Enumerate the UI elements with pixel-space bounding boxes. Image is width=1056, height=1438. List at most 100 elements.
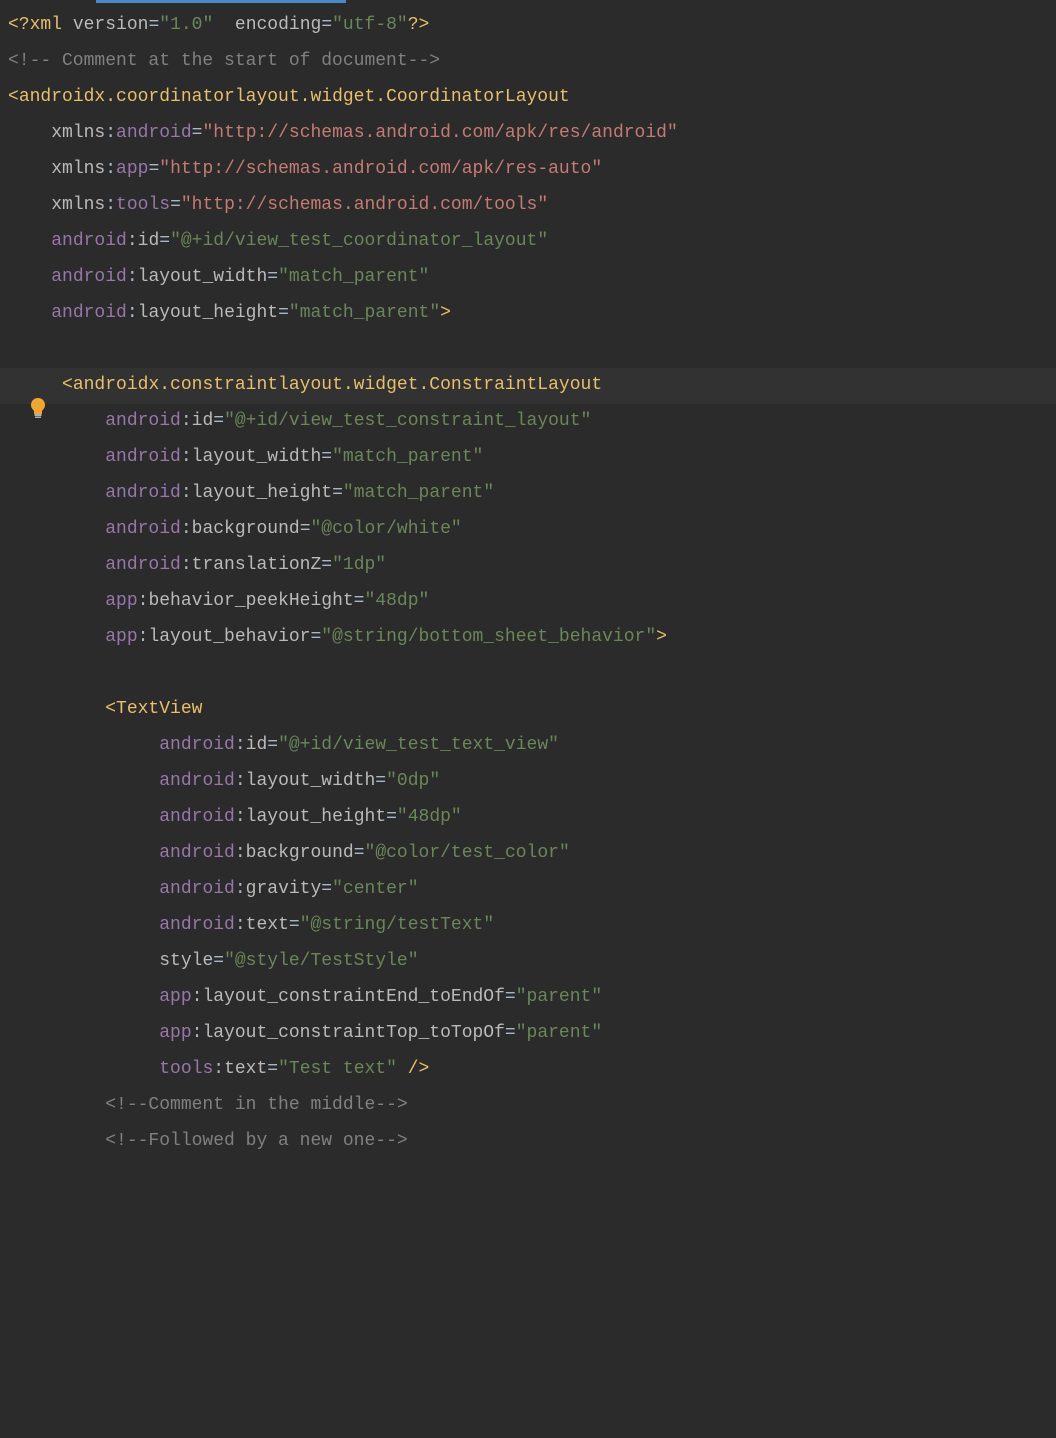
xml-attr-value: "match_parent" xyxy=(278,260,429,295)
xml-attr-value: "match_parent" xyxy=(289,296,440,331)
code-line[interactable]: android:background="@color/white" xyxy=(0,512,1056,548)
code-line[interactable] xyxy=(0,332,1056,368)
xml-attr-value: "0dp" xyxy=(386,764,440,799)
xml-tag-name: androidx.coordinatorlayout.widget.Coordi… xyxy=(19,80,570,115)
code-line[interactable]: android:translationZ="1dp" xyxy=(0,548,1056,584)
code-line[interactable]: xmlns:app="http://schemas.android.com/ap… xyxy=(0,152,1056,188)
xml-attr-name: text xyxy=(246,908,289,943)
xml-attr-ns: android xyxy=(51,296,127,331)
xml-attr-value: "48dp" xyxy=(364,584,429,619)
code-line[interactable]: app:behavior_peekHeight="48dp" xyxy=(0,584,1056,620)
active-tab-indicator xyxy=(96,0,346,3)
xml-attr-name: translationZ xyxy=(192,548,322,583)
xml-attr-name: android xyxy=(116,116,192,151)
xml-attr-value: "http://schemas.android.com/tools" xyxy=(181,188,548,223)
code-line[interactable]: <?xml version="1.0" encoding="utf-8"?> xyxy=(0,8,1056,44)
code-line[interactable]: <TextView xyxy=(0,692,1056,728)
xml-attr-value: "1dp" xyxy=(332,548,386,583)
xml-attr-name: layout_width xyxy=(138,260,268,295)
xml-attr-ns: app xyxy=(105,584,137,619)
xml-attr-name: version xyxy=(73,8,149,43)
xml-attr-name: text xyxy=(224,1052,267,1087)
xml-attr-value: "@style/TestStyle" xyxy=(224,944,418,979)
intention-bulb-icon[interactable] xyxy=(28,396,48,422)
xml-attr-name: layout_height xyxy=(138,296,278,331)
xml-attr-name: layout_width xyxy=(246,764,376,799)
xml-attr-ns: android xyxy=(51,260,127,295)
code-line[interactable]: android:layout_width="0dp" xyxy=(0,764,1056,800)
xml-attr-value: "Test text" xyxy=(278,1052,397,1087)
xml-attr-ns: xmlns xyxy=(51,116,105,151)
code-line[interactable]: xmlns:android="http://schemas.android.co… xyxy=(0,116,1056,152)
xml-attr-value: "match_parent" xyxy=(343,476,494,511)
code-line[interactable]: android:layout_height="48dp" xyxy=(0,800,1056,836)
xml-attr-value: "match_parent" xyxy=(332,440,483,475)
xml-attr-ns: app xyxy=(105,620,137,655)
code-line[interactable]: android:layout_height="match_parent" xyxy=(0,476,1056,512)
xml-decl-close: ?> xyxy=(408,8,430,43)
code-line[interactable]: style="@style/TestStyle" xyxy=(0,944,1056,980)
code-line[interactable]: <!--Followed by a new one--> xyxy=(0,1124,1056,1160)
xml-attr-name: encoding xyxy=(235,8,321,43)
code-line[interactable]: app:layout_constraintEnd_toEndOf="parent… xyxy=(0,980,1056,1016)
xml-attr-ns: android xyxy=(51,224,127,259)
xml-attr-value: "parent" xyxy=(516,980,602,1015)
xml-attr-ns: android xyxy=(105,476,181,511)
xml-tag-name: androidx.constraintlayout.widget.Constra… xyxy=(73,375,602,395)
xml-attr-name: app xyxy=(116,152,148,187)
xml-tag-bracket: < xyxy=(105,692,116,727)
xml-attr-name: id xyxy=(192,404,214,439)
code-line[interactable]: app:layout_constraintTop_toTopOf="parent… xyxy=(0,1016,1056,1052)
xml-attr-value: "@color/test_color" xyxy=(365,836,570,871)
xml-attr-value: "1.0" xyxy=(159,8,213,43)
xml-attr-ns: app xyxy=(159,980,191,1015)
code-line[interactable]: tools:text="Test text" /> xyxy=(0,1052,1056,1088)
code-line[interactable]: android:background="@color/test_color" xyxy=(0,836,1056,872)
code-line[interactable]: android:text="@string/testText" xyxy=(0,908,1056,944)
xml-attr-name: id xyxy=(246,728,268,763)
code-line-current[interactable]: <androidx.constraintlayout.widget.Constr… xyxy=(0,368,1056,404)
xml-tag-bracket: < xyxy=(8,80,19,115)
code-line[interactable]: android:gravity="center" xyxy=(0,872,1056,908)
xml-attr-name: background xyxy=(192,512,300,547)
xml-attr-value: "@color/white" xyxy=(311,512,462,547)
xml-attr-ns: app xyxy=(159,1016,191,1051)
xml-attr-ns: android xyxy=(159,800,235,835)
xml-tag-name: TextView xyxy=(116,692,202,727)
code-line[interactable]: android:id="@+id/view_test_text_view" xyxy=(0,728,1056,764)
code-line[interactable]: <!-- Comment at the start of document--> xyxy=(0,44,1056,80)
code-line[interactable]: android:layout_width="match_parent" xyxy=(0,440,1056,476)
code-line[interactable]: android:id="@+id/view_test_constraint_la… xyxy=(0,404,1056,440)
xml-attr-name: layout_constraintTop_toTopOf xyxy=(202,1016,504,1051)
code-line[interactable] xyxy=(0,656,1056,692)
xml-attr-value: "@+id/view_test_constraint_layout" xyxy=(224,404,591,439)
code-line[interactable]: android:layout_height="match_parent"> xyxy=(0,296,1056,332)
code-area[interactable]: <?xml version="1.0" encoding="utf-8"?> <… xyxy=(0,8,1056,1160)
xml-attr-name: layout_width xyxy=(192,440,322,475)
code-line[interactable]: android:id="@+id/view_test_coordinator_l… xyxy=(0,224,1056,260)
code-line[interactable]: android:layout_width="match_parent" xyxy=(0,260,1056,296)
xml-comment: <!-- Comment at the start of document--> xyxy=(8,44,440,79)
xml-attr-name: background xyxy=(246,836,354,871)
xml-attr-ns: android xyxy=(159,728,235,763)
xml-attr-value: "@+id/view_test_coordinator_layout" xyxy=(170,224,548,259)
xml-attr-ns: android xyxy=(159,908,235,943)
code-line[interactable]: xmlns:tools="http://schemas.android.com/… xyxy=(0,188,1056,224)
code-line[interactable]: <androidx.coordinatorlayout.widget.Coord… xyxy=(0,80,1056,116)
code-line[interactable]: <!--Comment in the middle--> xyxy=(0,1088,1056,1124)
xml-decl-keyword: xml xyxy=(30,8,62,43)
xml-tag-bracket: > xyxy=(440,296,451,331)
code-line[interactable]: app:layout_behavior="@string/bottom_shee… xyxy=(0,620,1056,656)
xml-attr-value: "@string/testText" xyxy=(300,908,494,943)
xml-attr-ns: tools xyxy=(159,1052,213,1087)
code-editor[interactable]: <?xml version="1.0" encoding="utf-8"?> <… xyxy=(0,0,1056,1160)
xml-attr-ns: xmlns xyxy=(51,152,105,187)
xml-attr-value: "http://schemas.android.com/apk/res/andr… xyxy=(202,116,677,151)
xml-attr-ns: android xyxy=(159,764,235,799)
xml-attr-value: "@string/bottom_sheet_behavior" xyxy=(321,620,656,655)
xml-attr-ns: android xyxy=(105,404,181,439)
xml-attr-name: tools xyxy=(116,188,170,223)
xml-attr-name: style xyxy=(159,944,213,979)
xml-comment: <!--Comment in the middle--> xyxy=(105,1088,407,1123)
xml-attr-name: layout_behavior xyxy=(148,620,310,655)
